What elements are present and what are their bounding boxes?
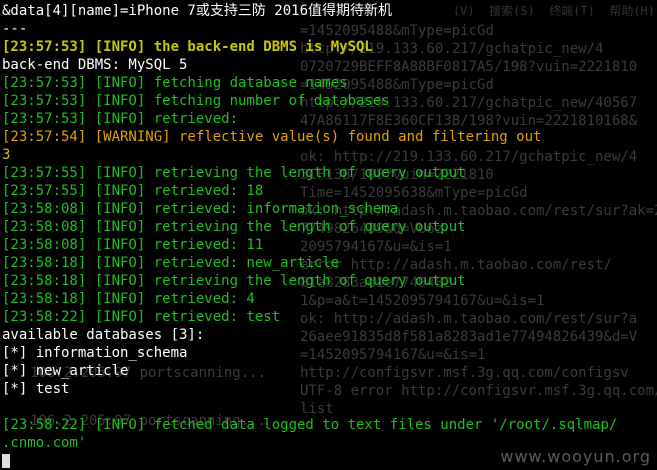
terminal-line: [*] test bbox=[2, 380, 655, 398]
terminal-line: [23:58:08] [INFO] retrieved: information… bbox=[2, 200, 655, 218]
terminal-text: [23:57:53] [INFO] retrieved: bbox=[2, 111, 239, 127]
terminal-text: [23:58:08] [INFO] retrieved: information… bbox=[2, 201, 399, 217]
terminal-text: [23:58:22] [INFO] fetched data logged to… bbox=[2, 417, 618, 433]
terminal-line: &data[4][name]=iPhone 7或支持三防 2016值得期待新机 bbox=[2, 2, 655, 20]
terminal-text: [23:57:55] [INFO] retrieved: 18 bbox=[2, 183, 264, 199]
terminal-line: [*] information_schema bbox=[2, 344, 655, 362]
terminal-text: [23:58:08] [INFO] retrieving the length … bbox=[2, 219, 466, 235]
terminal-line: 3 bbox=[2, 146, 655, 164]
terminal-text: back-end DBMS: MySQL 5 bbox=[2, 57, 188, 73]
terminal-line: [23:58:08] [INFO] retrieving the length … bbox=[2, 218, 655, 236]
terminal-text: --- bbox=[2, 21, 28, 37]
terminal-text: [*] new_article bbox=[2, 363, 129, 379]
terminal-text: [23:57:53] [INFO] the back-end DBMS is M… bbox=[2, 39, 373, 55]
terminal-line: [23:58:18] [INFO] retrieved: new_article bbox=[2, 254, 655, 272]
terminal-line: [23:57:53] [INFO] retrieved: bbox=[2, 110, 655, 128]
terminal-line: [*] new_article bbox=[2, 362, 655, 380]
text-cursor bbox=[2, 454, 10, 468]
terminal-line: --- bbox=[2, 20, 655, 38]
terminal-text: .cnmo.com' bbox=[2, 435, 87, 451]
terminal-line: [23:57:53] [INFO] fetching number of dat… bbox=[2, 92, 655, 110]
terminal-text: &data[4][name]=iPhone 7或支持三防 2016值得期待新机 bbox=[2, 3, 393, 19]
terminal-line: [23:57:53] [INFO] fetching database name… bbox=[2, 74, 655, 92]
terminal-text: [23:58:18] [INFO] retrieving the length … bbox=[2, 273, 466, 289]
terminal-text: [23:58:08] [INFO] retrieved: 11 bbox=[2, 237, 264, 253]
terminal-line: [23:57:53] [INFO] the back-end DBMS is M… bbox=[2, 38, 655, 56]
terminal-text: [23:58:18] [INFO] retrieved: 4 bbox=[2, 291, 255, 307]
terminal-line: available databases [3]: bbox=[2, 326, 655, 344]
terminal-text: [*] test bbox=[2, 381, 70, 397]
terminal-line: [23:58:08] [INFO] retrieved: 11 bbox=[2, 236, 655, 254]
terminal-text: available databases [3]: bbox=[2, 327, 205, 343]
terminal-line: back-end DBMS: MySQL 5 bbox=[2, 56, 655, 74]
terminal-output[interactable]: &data[4][name]=iPhone 7或支持三防 2016值得期待新机 -… bbox=[2, 2, 655, 470]
watermark: www.wooyun.org bbox=[500, 447, 651, 466]
terminal-text: [23:57:53] [INFO] fetching database name… bbox=[2, 75, 348, 91]
terminal-text: [23:57:53] [INFO] fetching number of dat… bbox=[2, 93, 390, 109]
terminal-line: [23:57:55] [INFO] retrieving the length … bbox=[2, 164, 655, 182]
terminal-text: [23:58:18] [INFO] retrieved: new_article bbox=[2, 255, 340, 271]
terminal-line: [23:57:54] [WARNING] reflective value(s)… bbox=[2, 128, 655, 146]
terminal-line: [23:58:18] [INFO] retrieved: 4 bbox=[2, 290, 655, 308]
terminal-text: [23:57:55] [INFO] retrieving the length … bbox=[2, 165, 466, 181]
terminal-text: [23:58:22] [INFO] retrieved: test bbox=[2, 309, 281, 325]
terminal-line: [23:58:22] [INFO] retrieved: test bbox=[2, 308, 655, 326]
terminal-line: [23:58:18] [INFO] retrieving the length … bbox=[2, 272, 655, 290]
terminal-line: [23:57:55] [INFO] retrieved: 18 bbox=[2, 182, 655, 200]
terminal-text: [23:57:54] [WARNING] reflective value(s)… bbox=[2, 129, 542, 145]
terminal-text: 3 bbox=[2, 147, 11, 163]
terminal-text: [*] information_schema bbox=[2, 345, 188, 361]
terminal-line: [23:58:22] [INFO] fetched data logged to… bbox=[2, 416, 655, 434]
